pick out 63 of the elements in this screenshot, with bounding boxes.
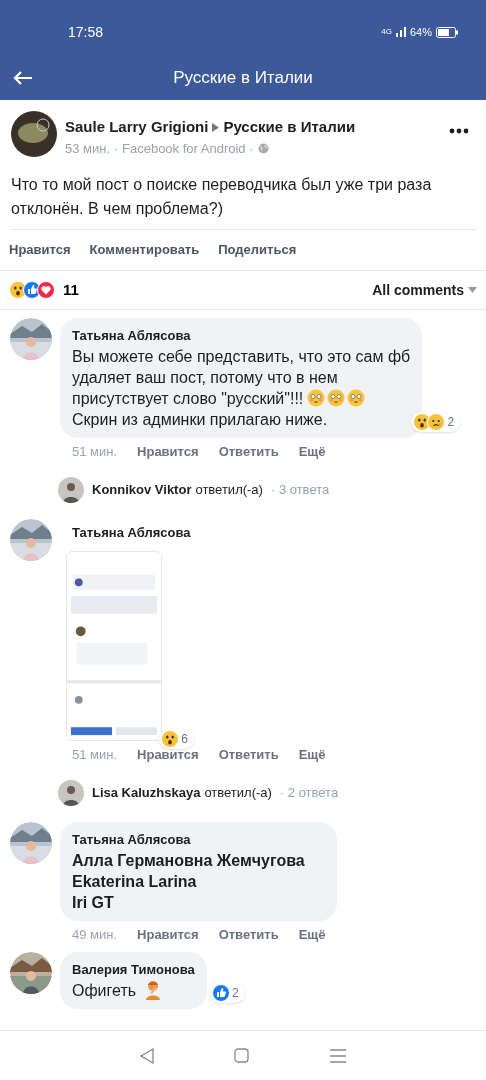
status-time: 17:58 xyxy=(68,22,104,42)
comment-action-link[interactable]: Ещё xyxy=(298,744,326,764)
post-author-link[interactable]: Saule Larry Grigioni xyxy=(65,116,209,139)
comment-time: 51 мин. xyxy=(72,442,118,461)
page-title: Русские в Италии xyxy=(173,67,313,90)
flushed-face-icon xyxy=(347,389,366,407)
comment-time: 51 мин. xyxy=(72,745,118,764)
globe-icon xyxy=(257,142,269,154)
more-options-icon[interactable] xyxy=(449,128,469,134)
reply-author[interactable]: Lisa Kaluzhskaya xyxy=(92,783,201,803)
network-label: 4G xyxy=(381,26,392,38)
facepalm-person-icon xyxy=(144,980,163,1000)
like-icon xyxy=(212,983,231,1002)
reaction-pill[interactable]: 6 xyxy=(159,728,194,749)
flushed-face-icon xyxy=(327,389,346,407)
comment-text-line: Вы можете себе представить, что это сам фб xyxy=(72,346,411,367)
triangle-icon xyxy=(212,122,220,132)
post-text: Что то мой пост о поиске переводчика был уже три раза отклонён. В чем проблема?) xyxy=(10,175,433,219)
comment-author[interactable]: Татьяна Аблясова xyxy=(72,326,411,346)
reaction-pill[interactable]: 2 xyxy=(210,982,245,1003)
comment-text-line: присутствует слово "русский"!!! xyxy=(72,388,304,409)
mention-link[interactable]: Ekaterina Larina xyxy=(72,870,305,892)
comment-action-link[interactable]: Ответить xyxy=(218,441,279,461)
post-source: · Facebook for Android · xyxy=(114,139,254,158)
reply-verb: ответил(-а) xyxy=(195,481,263,500)
mention-link[interactable]: Алла Германовна Жемчугова xyxy=(72,849,305,871)
home-nav-icon[interactable] xyxy=(234,1048,250,1063)
comment-action-link[interactable]: Нравится xyxy=(137,924,199,944)
reaction-count: 2 xyxy=(232,984,239,1002)
reaction-pill[interactable]: 2 xyxy=(411,411,461,432)
comment-text-line: удаляет ваш пост, потому что в нем xyxy=(72,367,338,388)
battery-percent: 64% xyxy=(409,24,432,40)
crying-face-icon xyxy=(427,412,446,431)
battery-icon xyxy=(436,26,458,38)
comment-action-link[interactable]: Ответить xyxy=(218,744,279,764)
surprised-face-icon xyxy=(161,729,180,748)
reply-author[interactable]: Konnikov Viktor xyxy=(92,480,192,500)
menu-icon[interactable] xyxy=(329,1048,346,1063)
reaction-count: 2 xyxy=(447,413,455,431)
flushed-face-icon xyxy=(307,389,326,407)
comment-sort-dropdown[interactable]: All comments xyxy=(372,279,477,301)
comment-text-line: Офигеть xyxy=(72,980,137,1001)
group-link[interactable]: Русские в Италии xyxy=(223,116,356,139)
comment-action-link[interactable]: Нравится xyxy=(137,441,199,461)
caret-icon xyxy=(468,287,477,293)
comment-action-link[interactable]: Ещё xyxy=(298,924,326,944)
comment-text-line: Скрин из админки прилагаю ниже. xyxy=(72,409,328,430)
post-action-button[interactable]: Нравится xyxy=(9,240,71,260)
back-arrow-icon[interactable] xyxy=(13,70,33,86)
comment-author[interactable]: Валерия Тимонова xyxy=(72,960,195,980)
comment-action-link[interactable]: Ещё xyxy=(298,441,326,461)
comment-action-link[interactable]: Ответить xyxy=(218,924,279,944)
comment-time: 49 мин. xyxy=(72,925,118,944)
signal-icon xyxy=(395,27,406,37)
reply-verb: ответил(-а) xyxy=(204,784,272,803)
post-time: 53 мин. xyxy=(65,139,111,158)
reaction-count: 11 xyxy=(63,279,79,300)
post-action-button[interactable]: Поделиться xyxy=(218,240,297,260)
comment-author[interactable]: Татьяна Аблясова xyxy=(60,519,476,547)
back-nav-icon[interactable] xyxy=(140,1047,155,1064)
post-action-button[interactable]: Комментировать xyxy=(89,240,200,260)
comment-author[interactable]: Татьяна Аблясова xyxy=(72,830,305,850)
mention-link[interactable]: Iri GT xyxy=(72,891,305,913)
